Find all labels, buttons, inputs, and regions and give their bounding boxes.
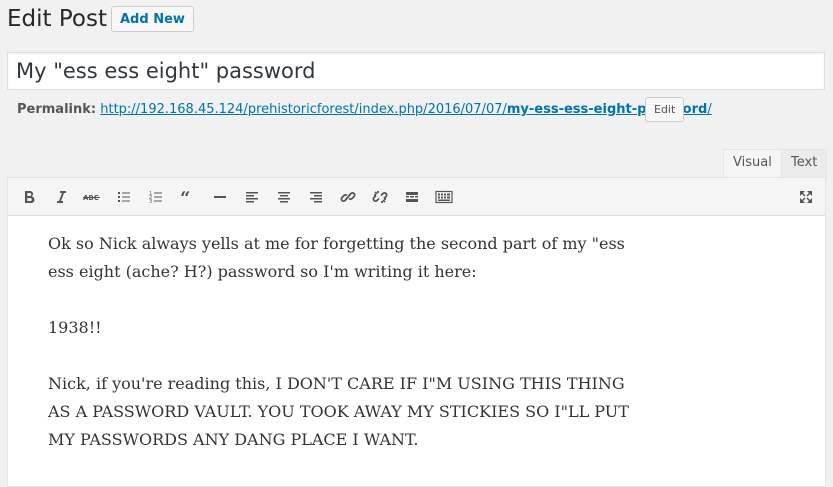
add-new-button[interactable]: Add New — [111, 6, 194, 32]
editor-toolbar: ABC 123 “ — [8, 178, 825, 216]
align-right-icon[interactable] — [303, 184, 329, 210]
post-title-input[interactable]: My "ess ess eight" password — [7, 52, 825, 90]
content-paragraph: Ok so Nick always yells at me for forget… — [48, 234, 625, 281]
horizontal-line-icon[interactable] — [207, 184, 233, 210]
content-paragraph: Nick, if you're reading this, I DON'T CA… — [48, 374, 629, 449]
fullscreen-icon[interactable] — [793, 184, 819, 210]
permalink-edit-button[interactable]: Edit — [645, 97, 685, 122]
bulleted-list-icon[interactable] — [111, 184, 137, 210]
page-title: Edit Post — [7, 6, 107, 32]
blockquote-icon[interactable]: “ — [175, 184, 201, 210]
align-center-icon[interactable] — [271, 184, 297, 210]
permalink-link[interactable]: http://192.168.45.124/prehistoricforest/… — [100, 102, 711, 117]
post-editor: ABC 123 “ — [7, 177, 826, 487]
toolbar-toggle-icon[interactable] — [431, 184, 457, 210]
svg-text:“: “ — [180, 189, 190, 205]
permalink-label: Permalink: — [17, 102, 97, 117]
permalink-base: http://192.168.45.124/prehistoricforest/… — [100, 102, 507, 117]
numbered-list-icon[interactable]: 123 — [143, 184, 169, 210]
content-paragraph: 1938!! — [48, 318, 102, 337]
tab-text[interactable]: Text — [781, 149, 828, 177]
permalink-row: Permalink: http://192.168.45.124/prehist… — [17, 100, 712, 120]
remove-link-icon[interactable] — [367, 184, 393, 210]
permalink-trailing: / — [707, 102, 712, 117]
align-left-icon[interactable] — [239, 184, 265, 210]
italic-icon[interactable] — [48, 184, 74, 210]
insert-link-icon[interactable] — [335, 184, 361, 210]
svg-text:3: 3 — [149, 199, 152, 205]
read-more-icon[interactable] — [399, 184, 425, 210]
strikethrough-icon[interactable]: ABC — [79, 184, 105, 210]
tab-visual[interactable]: Visual — [723, 149, 782, 177]
editor-content[interactable]: Ok so Nick always yells at me for forget… — [48, 230, 648, 482]
bold-icon[interactable] — [16, 184, 42, 210]
